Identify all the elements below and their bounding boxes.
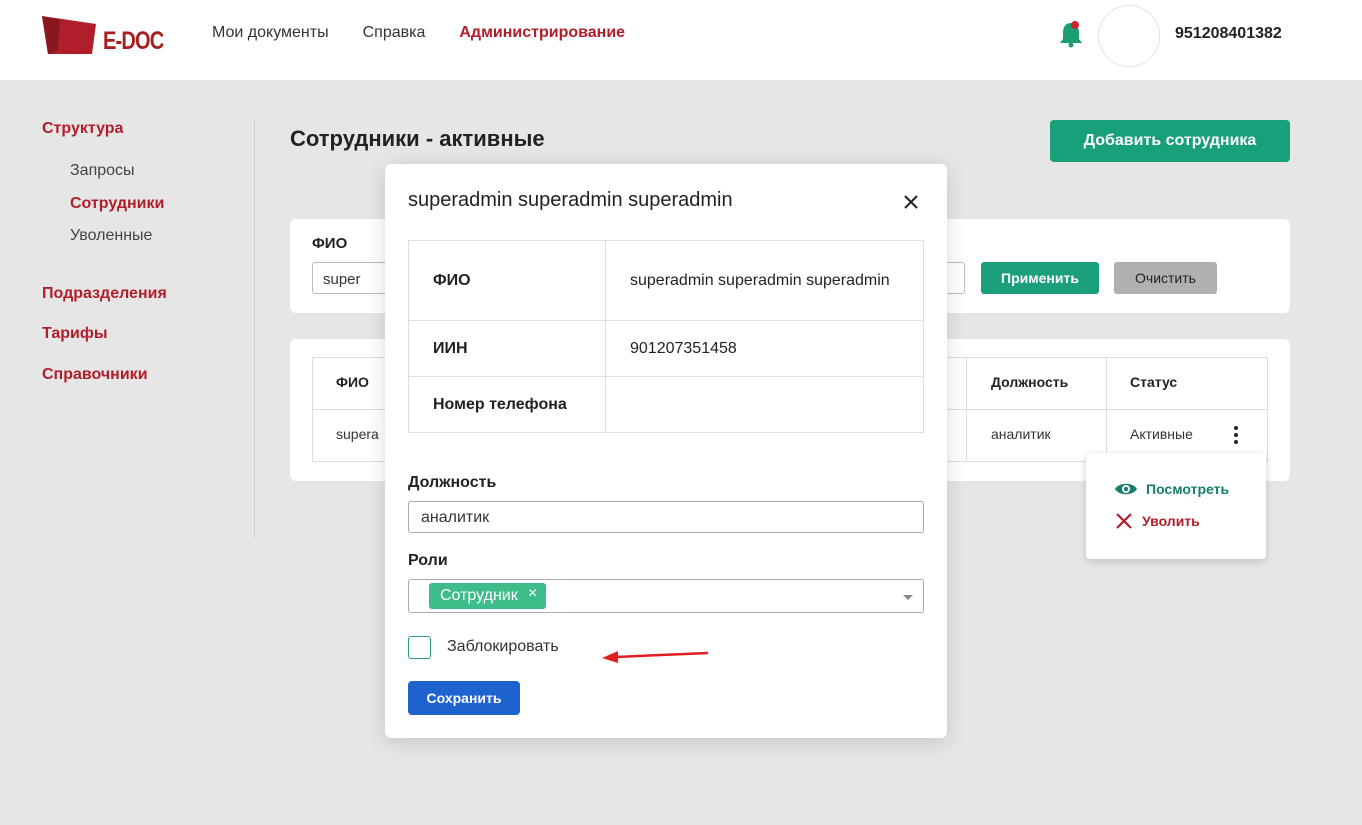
cell-fio: supera (336, 426, 379, 442)
page-title: Сотрудники - активные (290, 126, 545, 151)
menu-fire[interactable]: Уволить (1114, 512, 1200, 530)
filter-fio-label: ФИО (312, 235, 348, 252)
sidebar-tariffs[interactable]: Тарифы (42, 325, 108, 343)
user-phone[interactable]: 951208401382 (1175, 25, 1282, 43)
info-row-fio: ФИО superadmin superadmin superadmin (409, 241, 923, 321)
annotation-arrow-icon (602, 651, 709, 663)
info-phone-label: Номер телефона (409, 377, 606, 432)
eye-icon (1115, 483, 1137, 495)
apply-button[interactable]: Применить (981, 262, 1099, 294)
cell-position: аналитик (991, 426, 1051, 442)
info-fio-label: ФИО (409, 241, 606, 320)
remove-tag-icon[interactable]: ✕ (528, 586, 538, 600)
table-column-divider (1106, 357, 1107, 462)
notification-bell-icon[interactable] (1058, 20, 1084, 48)
info-phone-value (606, 377, 923, 432)
roles-label: Роли (408, 552, 448, 569)
sidebar-departments[interactable]: Подразделения (42, 285, 167, 303)
info-row-phone: Номер телефона (409, 377, 923, 432)
save-button[interactable]: Сохранить (408, 681, 520, 715)
nav-administration[interactable]: Администрирование (459, 24, 625, 42)
position-input[interactable]: аналитик (408, 501, 924, 533)
sidebar-item-dismissed[interactable]: Уволенные (70, 227, 152, 245)
sidebar-item-requests[interactable]: Запросы (70, 162, 135, 180)
modal-title: superadmin superadmin superadmin (408, 189, 733, 211)
close-x-icon (1116, 513, 1132, 529)
info-row-iin: ИИН 901207351458 (409, 321, 923, 377)
row-context-menu: Посмотреть Уволить (1086, 453, 1266, 559)
table-column-divider (966, 357, 967, 462)
menu-fire-label: Уволить (1142, 513, 1200, 529)
sidebar-directories[interactable]: Справочники (42, 366, 148, 384)
logo-text[interactable]: E-DOC (103, 27, 164, 56)
block-checkbox[interactable] (408, 636, 431, 659)
sidebar-structure[interactable]: Структура (42, 120, 123, 138)
clear-button[interactable]: Очистить (1114, 262, 1217, 294)
menu-view-label: Посмотреть (1146, 481, 1230, 497)
info-iin-label: ИИН (409, 321, 606, 376)
position-label: Должность (408, 474, 497, 491)
block-checkbox-label[interactable]: Заблокировать (447, 638, 559, 656)
sidebar-item-employees[interactable]: Сотрудники (70, 195, 164, 213)
info-iin-value: 901207351458 (630, 339, 737, 357)
info-fio-value: superadmin superadmin superadmin (630, 271, 890, 289)
header-position[interactable]: Должность (991, 374, 1068, 390)
user-avatar[interactable] (1098, 5, 1160, 67)
header-fio[interactable]: ФИО (336, 374, 369, 390)
header-status[interactable]: Статус (1130, 374, 1177, 390)
top-header: E-DOC Мои документы Справка Администриро… (0, 0, 1362, 80)
sidebar-divider (254, 120, 255, 538)
nav-my-documents[interactable]: Мои документы (212, 24, 329, 42)
menu-view[interactable]: Посмотреть (1114, 481, 1229, 497)
main-nav: Мои документы Справка Администрирование (212, 24, 625, 42)
add-employee-button[interactable]: Добавить сотрудника (1050, 120, 1290, 162)
role-tag: Сотрудник ✕ (429, 583, 546, 609)
cell-status: Активные (1130, 426, 1193, 442)
row-actions-icon[interactable] (1228, 424, 1244, 446)
role-tag-label: Сотрудник (440, 587, 518, 604)
roles-select[interactable]: Сотрудник ✕ (408, 579, 924, 613)
nav-help[interactable]: Справка (363, 24, 426, 42)
close-icon[interactable] (901, 192, 921, 212)
employee-info-table: ФИО superadmin superadmin superadmin ИИН… (408, 240, 924, 433)
chevron-down-icon[interactable] (903, 595, 913, 600)
